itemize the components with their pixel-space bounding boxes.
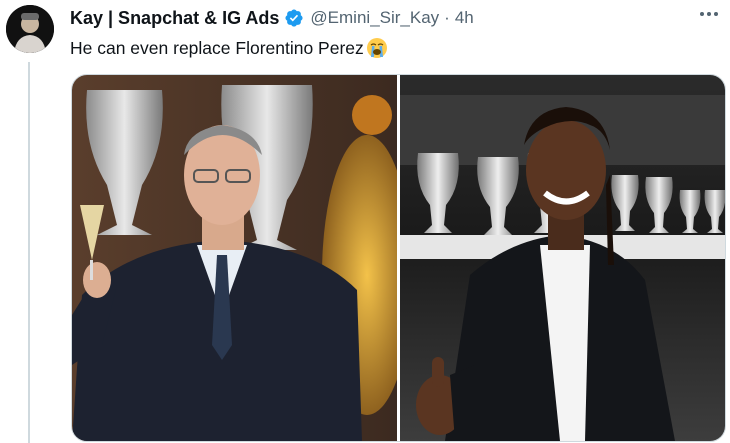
- author-avatar[interactable]: [6, 5, 54, 53]
- thread-connector-line: [28, 62, 30, 443]
- camavinga-photo[interactable]: [400, 75, 725, 441]
- tweet-timestamp[interactable]: 4h: [455, 8, 474, 28]
- florentino-perez-photo[interactable]: [72, 75, 397, 441]
- more-options-icon[interactable]: [696, 1, 722, 27]
- author-handle[interactable]: @Emini_Sir_Kay: [310, 8, 439, 28]
- tweet-body: He can even replace Florentino Perez: [70, 37, 364, 58]
- loudly-crying-face-icon: [366, 37, 388, 59]
- header-separator: ·: [444, 8, 450, 27]
- tweet-media-grid: [71, 74, 726, 442]
- verified-badge-icon: [284, 8, 304, 28]
- tweet-text: He can even replace Florentino Perez: [70, 37, 388, 59]
- author-name[interactable]: Kay | Snapchat & IG Ads: [70, 8, 279, 29]
- tweet-header: Kay | Snapchat & IG Ads @Emini_Sir_Kay ·…: [70, 6, 730, 30]
